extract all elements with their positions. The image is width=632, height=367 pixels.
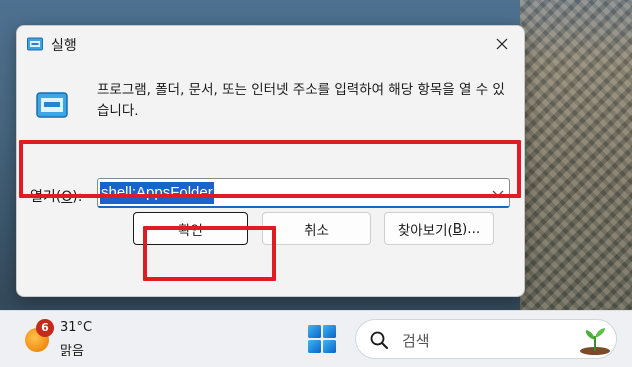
weather-condition[interactable]: 맑음 <box>60 340 84 359</box>
highlight-ok-button <box>143 226 276 281</box>
browse-label-suffix: )... <box>462 220 481 237</box>
weather-badge: 6 <box>36 319 54 337</box>
taskbar: 6 31°C 맑음 검색 <box>0 310 632 367</box>
close-icon <box>496 38 508 50</box>
plant-icon <box>580 328 610 355</box>
browse-label-prefix: 찾아보기( <box>397 222 453 239</box>
search-placeholder: 검색 <box>402 332 430 350</box>
highlight-command-field <box>19 140 521 198</box>
browse-label-accesskey: B <box>452 220 463 237</box>
run-icon <box>36 92 68 118</box>
close-button[interactable] <box>487 32 517 56</box>
weather-temperature[interactable]: 31°C <box>60 320 92 335</box>
search-icon <box>370 331 388 349</box>
windows-start-icon[interactable] <box>307 324 337 354</box>
cancel-button[interactable]: 취소 <box>262 212 371 245</box>
run-icon <box>27 37 43 51</box>
browse-button[interactable]: 찾아보기(B)... <box>384 212 494 245</box>
dialog-title: 실행 <box>51 38 77 54</box>
dialog-titlebar[interactable]: 실행 <box>17 26 524 62</box>
taskbar-search-box[interactable]: 검색 <box>355 319 617 359</box>
dialog-description: 프로그램, 폴더, 문서, 또는 인터넷 주소를 입력하여 해당 항목을 열 수… <box>97 82 505 119</box>
wallpaper-rocks <box>520 0 632 310</box>
